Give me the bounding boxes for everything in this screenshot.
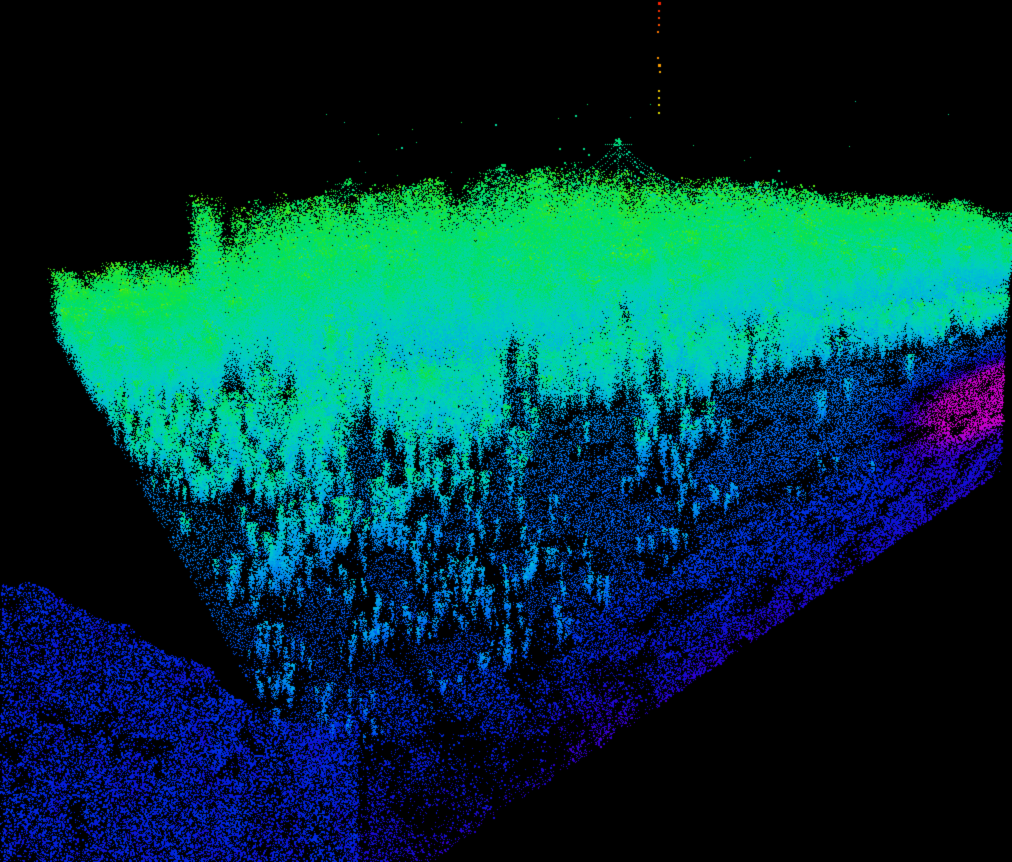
point-cloud-canvas[interactable] (0, 0, 1012, 862)
viewer-root (0, 0, 1012, 862)
